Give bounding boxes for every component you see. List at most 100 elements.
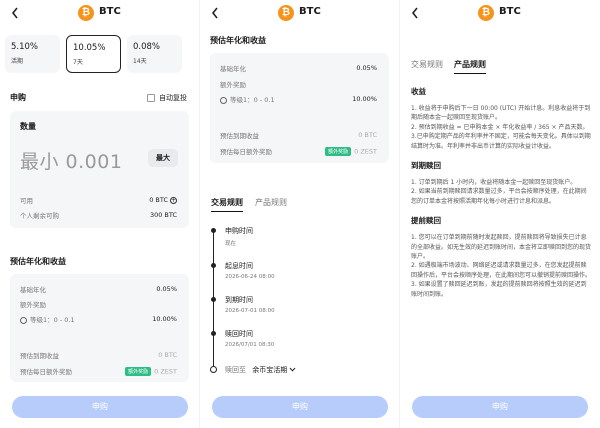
tab-trade-rules[interactable]: 交易规则 bbox=[211, 197, 243, 212]
early-redeem-title: 提前赎回 bbox=[411, 216, 441, 226]
expected-income-label: 预估到期收益 bbox=[220, 132, 259, 140]
max-button[interactable]: 最大 bbox=[148, 149, 178, 167]
timeline-dot bbox=[211, 297, 216, 302]
timeline-item: 到期时间 2026-07-01 08:00 bbox=[225, 295, 275, 314]
timeline-value: 现在 bbox=[225, 241, 237, 247]
tier-label: 等级1： bbox=[230, 96, 254, 104]
tab-product-rules[interactable]: 产品规则 bbox=[454, 59, 486, 74]
income-title: 收益 bbox=[411, 87, 426, 96]
timeline-value: 2026/07/01 08:30 bbox=[225, 342, 275, 348]
subscribe-button[interactable]: 申购 bbox=[12, 396, 188, 418]
btc-icon: ₿ bbox=[478, 5, 494, 21]
timeline-item: 起息时间 2026-06-24 08:00 bbox=[225, 261, 275, 280]
early-redeem-item: 3. 如果设置了赎回延迟到账，发起的提前赎回将按照生效的延迟到账时间到账。 bbox=[411, 281, 587, 298]
tile-rate: 10.05% bbox=[73, 43, 106, 53]
timeline-value: 2026-06-24 08:00 bbox=[225, 274, 275, 280]
timeline-label: 到期时间 bbox=[225, 296, 253, 304]
early-redeem-item: 1. 您可以在订单到期前随时发起赎回，提前赎回将导致损失已计息的全部收益。如无生… bbox=[411, 234, 592, 261]
product-rules-content: 收益 1. 收益将于申购后下一日 00:00 (UTC) 开始计息。利息收益将于… bbox=[411, 86, 591, 299]
auto-renew-label: 自动复投 bbox=[159, 93, 187, 102]
auto-renew-checkbox[interactable] bbox=[147, 93, 155, 102]
btc-icon: ₿ bbox=[278, 5, 294, 21]
term-tile-7d[interactable]: 10.05% 7天 bbox=[66, 35, 121, 73]
tier-icon bbox=[20, 316, 27, 324]
expected-income-value: 0 BTC bbox=[158, 351, 177, 359]
tier-label: 等级1： bbox=[30, 316, 54, 324]
maturity-item: 1. 订单到期后 1 小时内，收益将随本金一起赎回至现货账户。 bbox=[411, 179, 577, 187]
header: ₿ BTC bbox=[200, 0, 399, 26]
timeline-dot bbox=[211, 331, 216, 336]
tile-period: 14天 bbox=[133, 58, 147, 65]
tier-value: 10.00% bbox=[152, 315, 177, 323]
base-rate-label: 基础年化 bbox=[20, 286, 46, 294]
timeline-item: 赎回时间 2026/07/01 08:30 bbox=[225, 329, 274, 348]
remaining-quota-value: 300 BTC bbox=[149, 211, 177, 219]
tier-range: 0 - 0.1 bbox=[53, 316, 75, 324]
redeem-to-select[interactable]: 余币宝活期 bbox=[252, 366, 296, 374]
timeline-label: 申购时间 bbox=[225, 227, 253, 235]
tier-value: 10.00% bbox=[352, 95, 377, 103]
subscribe-button[interactable]: 申购 bbox=[412, 396, 588, 418]
tier-range: 0 - 0.1 bbox=[253, 96, 275, 104]
tile-period: 活期 bbox=[11, 58, 24, 65]
income-item: 1. 收益将于申购后下一日 00:00 (UTC) 开始计息。利息收益将于到期后… bbox=[411, 105, 591, 122]
page-title: BTC bbox=[299, 6, 321, 17]
redeem-to-target: 余币宝活期 bbox=[252, 366, 288, 374]
header: ₿ BTC bbox=[400, 0, 600, 26]
tile-rate: 0.08% bbox=[133, 42, 161, 52]
estimate-title: 预估年化和收益 bbox=[210, 36, 266, 45]
tab-product-rules[interactable]: 产品规则 bbox=[255, 197, 287, 208]
expected-income-label: 预估到期收益 bbox=[20, 352, 59, 360]
trade-rules-panel: ₿ BTC 预估年化和收益 基础年化 0.05% 额外奖励 等级1：0 - 0.… bbox=[200, 0, 400, 428]
bonus-label: 额外奖励 bbox=[220, 81, 246, 89]
back-icon[interactable] bbox=[210, 6, 220, 20]
subscribe-button[interactable]: 申购 bbox=[212, 396, 388, 418]
timeline-dot bbox=[211, 263, 216, 268]
timeline-dot bbox=[211, 228, 216, 233]
daily-bonus-value: 0 ZEST bbox=[154, 367, 177, 375]
subscribe-panel: ₿ BTC 5.10% 活期 10.05% 7天 0.08% 14天 申购 自动… bbox=[0, 0, 200, 428]
add-funds-icon[interactable]: + bbox=[170, 196, 177, 204]
base-rate-label: 基础年化 bbox=[220, 65, 246, 73]
amount-label: 数量 bbox=[20, 122, 36, 131]
available-value: 0 BTC bbox=[149, 196, 168, 204]
subscribe-title: 申购 bbox=[10, 93, 26, 102]
term-tiles: 5.10% 活期 10.05% 7天 0.08% 14天 bbox=[5, 35, 182, 73]
tab-trade-rules[interactable]: 交易规则 bbox=[411, 59, 443, 70]
term-tile-14d[interactable]: 0.08% 14天 bbox=[127, 35, 182, 73]
back-icon[interactable] bbox=[410, 6, 420, 20]
tile-rate: 5.10% bbox=[11, 42, 39, 52]
btc-icon: ₿ bbox=[78, 5, 94, 21]
income-item: 3.已申购定期产品的年利率并不固定，可能会每天变化。具体以到期结算时为准。年利率… bbox=[411, 133, 591, 150]
chevron-down-icon bbox=[289, 367, 296, 372]
daily-bonus-value: 0 ZEST bbox=[354, 147, 377, 155]
daily-bonus-label: 预估每日额外奖励 bbox=[220, 148, 272, 156]
income-item: 2. 预估到期收益 = 已申购本金 × 年化收益率 / 365 × 产品天数。 bbox=[411, 123, 589, 131]
remaining-quota-label: 个人剩余可购 bbox=[20, 212, 59, 220]
tier-icon bbox=[220, 96, 227, 104]
page-title: BTC bbox=[99, 6, 121, 17]
timeline-value: 2026-07-01 08:00 bbox=[225, 308, 275, 314]
product-rules-panel: ₿ BTC 交易规则 产品规则 收益 1. 收益将于申购后下一日 00:00 (… bbox=[400, 0, 600, 428]
bonus-tag: 额外奖励 bbox=[125, 366, 152, 376]
timeline-item: 申购时间 现在 bbox=[225, 226, 253, 247]
early-redeem-item: 2. 如遇极端市场波动、网络延迟或请求数量过多，在您发起提前赎回操作后，平台会按… bbox=[411, 262, 592, 279]
redeem-to-label: 赎回至 bbox=[225, 366, 246, 374]
base-rate-value: 0.05% bbox=[156, 285, 177, 293]
back-icon[interactable] bbox=[10, 6, 20, 20]
page-title: BTC bbox=[499, 6, 521, 17]
amount-input[interactable]: 最小 0.001 bbox=[20, 147, 122, 174]
available-label: 可用 bbox=[20, 197, 33, 205]
base-rate-value: 0.05% bbox=[356, 64, 377, 72]
term-tile-flexible[interactable]: 5.10% 活期 bbox=[5, 35, 60, 73]
bonus-label: 额外奖励 bbox=[20, 301, 46, 309]
tile-period: 7天 bbox=[73, 59, 83, 66]
bonus-tag: 额外奖励 bbox=[325, 146, 352, 156]
timeline-end-ring bbox=[210, 366, 217, 373]
redeem-to-row: 赎回至 余币宝活期 bbox=[225, 365, 296, 375]
maturity-title: 到期赎回 bbox=[411, 161, 441, 171]
timeline-label: 起息时间 bbox=[225, 262, 253, 270]
daily-bonus-label: 预估每日额外奖励 bbox=[20, 368, 72, 376]
maturity-item: 2. 如果当前到期赎回请求数量过多，平台会按顺序处理，在此期间您的订单本金将按照… bbox=[411, 188, 587, 205]
timeline-label: 赎回时间 bbox=[225, 330, 253, 338]
